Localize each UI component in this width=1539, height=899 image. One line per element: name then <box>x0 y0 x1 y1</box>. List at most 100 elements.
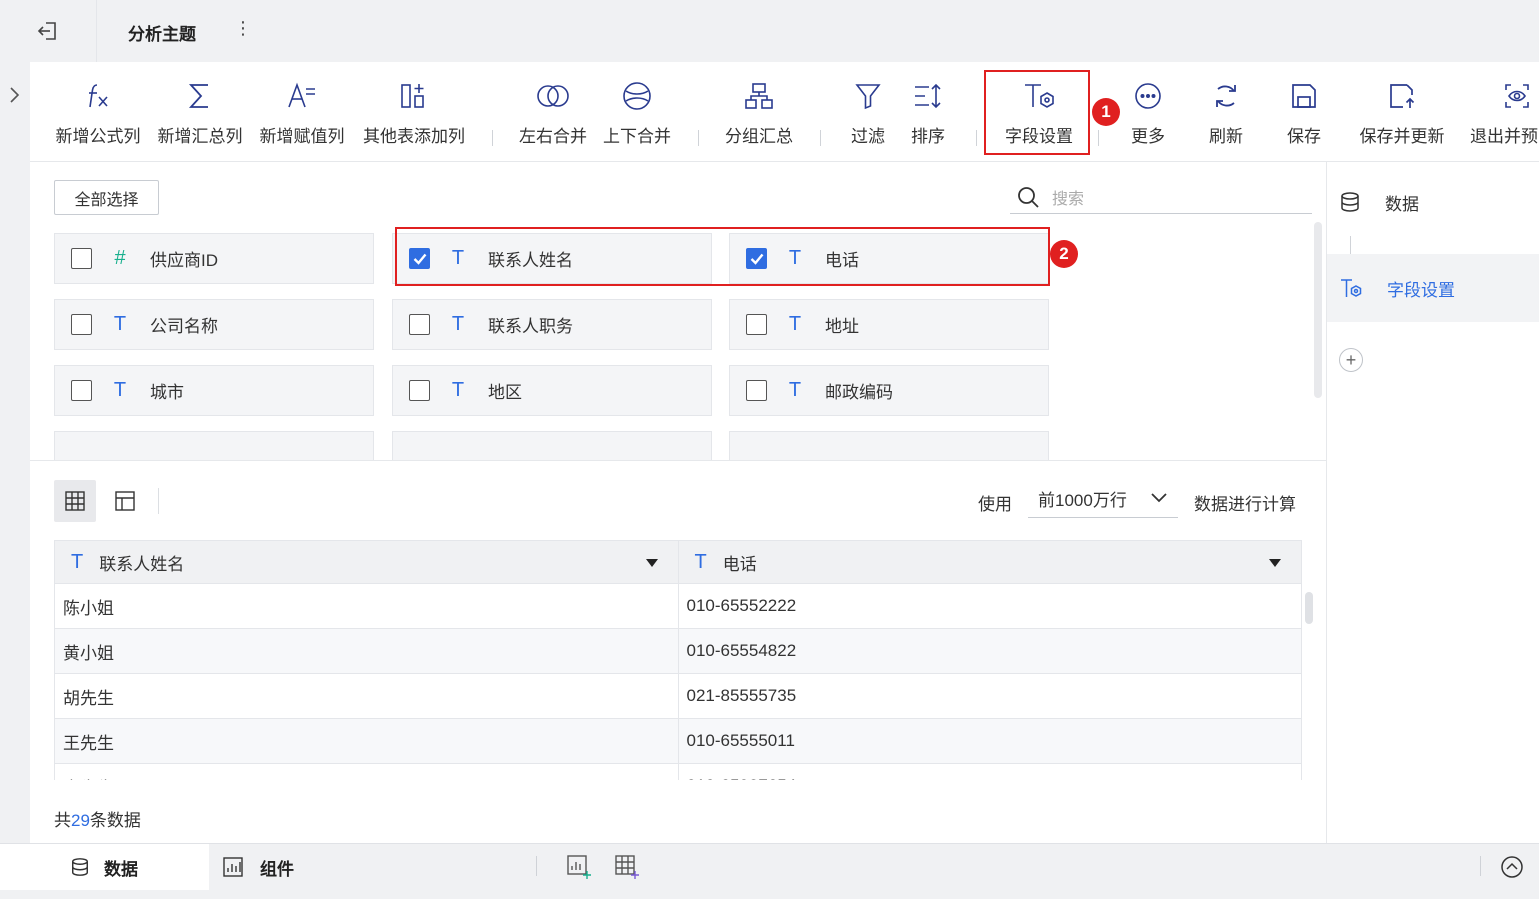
column-header-contact-name[interactable]: T 联系人姓名 <box>55 541 679 583</box>
filter-funnel-icon <box>855 84 881 110</box>
sort-label: 排序 <box>911 127 945 146</box>
field-card-postal-code[interactable]: T 邮政编码 <box>729 365 1049 416</box>
text-type-icon: T <box>451 313 465 335</box>
up-down-merge-label: 上下合并 <box>603 127 671 146</box>
step-data[interactable]: 数据 <box>1327 168 1539 236</box>
bottom-divider <box>536 856 537 876</box>
field-checkbox[interactable] <box>746 380 767 401</box>
left-right-merge-button[interactable]: 左右合并 <box>514 62 592 162</box>
exit-and-preview-label: 退出并预 <box>1470 127 1538 146</box>
selected-fields-highlight <box>395 227 1050 286</box>
field-name: 地区 <box>488 383 522 402</box>
field-checkbox[interactable] <box>71 248 92 269</box>
table-row: 陈小姐 010-65552222 <box>55 584 1301 629</box>
column-dropdown-icon[interactable] <box>1269 559 1281 567</box>
field-search-input[interactable]: 搜索 <box>1010 180 1312 214</box>
field-checkbox[interactable] <box>409 314 430 335</box>
chevron-down-icon <box>1151 493 1167 503</box>
field-selection-panel: 全部选择 搜索 # 供应商ID T 联系人姓名 T 电话 T 公司名称 T 联系… <box>30 162 1326 461</box>
refresh-button[interactable]: 刷新 <box>1196 62 1256 162</box>
text-type-icon: T <box>694 550 707 573</box>
add-table-icon <box>615 855 639 879</box>
left-rail <box>0 62 30 843</box>
assign-value-icon <box>288 82 315 108</box>
add-step-button[interactable]: + <box>1339 348 1363 372</box>
step-badge-2: 2 <box>1050 240 1078 268</box>
text-type-icon: T <box>788 379 802 401</box>
step-data-label: 数据 <box>1385 194 1419 214</box>
field-card-city[interactable]: T 城市 <box>54 365 374 416</box>
toolbar-divider <box>976 130 977 146</box>
add-table-button[interactable] <box>614 854 640 880</box>
refresh-icon <box>1216 85 1236 107</box>
field-settings-highlight <box>984 70 1090 155</box>
field-checkbox[interactable] <box>409 380 430 401</box>
field-card-region[interactable]: T 地区 <box>392 365 712 416</box>
field-name: 地址 <box>825 317 859 336</box>
filter-button[interactable]: 过滤 <box>840 62 896 162</box>
tab-data[interactable]: 数据 <box>0 844 209 890</box>
table-cell: 王先生 <box>55 719 679 763</box>
search-icon <box>1018 186 1039 208</box>
add-assign-column-button[interactable]: 新增赋值列 <box>256 62 348 162</box>
step-field-settings[interactable]: 字段设置 <box>1327 254 1539 322</box>
tab-components[interactable]: 组件 <box>222 844 342 890</box>
toolbar-divider <box>1098 130 1099 146</box>
exit-button[interactable] <box>0 0 97 62</box>
tab-components-label: 组件 <box>260 859 294 879</box>
select-all-button[interactable]: 全部选择 <box>54 180 159 215</box>
table-scrollbar[interactable] <box>1305 592 1313 624</box>
save-button[interactable]: 保存 <box>1274 62 1334 162</box>
table-cell: 010-65552222 <box>686 596 797 615</box>
collapse-bottom-button[interactable] <box>1500 855 1524 879</box>
save-and-update-button[interactable]: 保存并更新 <box>1352 62 1452 162</box>
field-card-company-name[interactable]: T 公司名称 <box>54 299 374 350</box>
data-preview-table: T 联系人姓名 T 电话 陈小姐 010-65552222 黄小姐 010-6555… <box>54 540 1302 780</box>
bottom-bar: 数据 组件 <box>0 843 1539 899</box>
use-label: 使用 <box>978 495 1012 514</box>
add-formula-column-button[interactable]: 新增公式列 <box>52 62 144 162</box>
group-summary-button[interactable]: 分组汇总 <box>720 62 798 162</box>
preview-eye-icon <box>1505 84 1529 108</box>
add-summary-column-button[interactable]: 新增汇总列 <box>154 62 246 162</box>
field-card-address[interactable]: T 地址 <box>729 299 1049 350</box>
column-name: 联系人姓名 <box>99 554 185 574</box>
field-settings-icon <box>1341 279 1362 297</box>
field-card-supplier-id[interactable]: # 供应商ID <box>54 233 374 284</box>
tab-menu-icon[interactable]: ⋮ <box>234 18 252 39</box>
step-badge-1: 1 <box>1092 98 1120 126</box>
formula-fx-icon <box>89 84 108 108</box>
column-dropdown-icon[interactable] <box>645 559 658 567</box>
add-other-table-column-button[interactable]: 其他表添加列 <box>358 62 470 162</box>
database-icon <box>1341 192 1359 212</box>
field-checkbox[interactable] <box>71 314 92 335</box>
add-chart-button[interactable] <box>566 854 592 880</box>
field-panel-scrollbar[interactable] <box>1314 222 1322 398</box>
filter-label: 过滤 <box>851 127 885 146</box>
field-checkbox[interactable] <box>71 380 92 401</box>
expand-panel-button[interactable] <box>6 84 22 106</box>
field-card-contact-title[interactable]: T 联系人职务 <box>392 299 712 350</box>
toolbar-divider <box>820 130 821 146</box>
up-down-merge-button[interactable]: 上下合并 <box>598 62 676 162</box>
layout-icon <box>115 491 135 511</box>
field-card-partial <box>392 431 712 460</box>
toolbar-divider <box>492 130 493 146</box>
column-header-phone[interactable]: T 电话 <box>679 541 1302 583</box>
add-assign-column-label: 新增赋值列 <box>259 127 345 146</box>
table-cell: 010-65555011 <box>686 731 795 750</box>
layout-view-button[interactable] <box>104 480 146 522</box>
table-row: 胡先生 021-85555735 <box>55 674 1301 719</box>
more-button[interactable]: 更多 <box>1118 62 1178 162</box>
field-checkbox[interactable] <box>746 314 767 335</box>
row-limit-select[interactable]: 前1000万行 <box>1028 480 1178 518</box>
field-card-partial <box>54 431 374 460</box>
exit-and-preview-button[interactable]: 退出并预 <box>1470 62 1539 162</box>
table-grid-icon <box>65 491 85 511</box>
table-row: 王先生 010-65555011 <box>55 719 1301 764</box>
more-label: 更多 <box>1131 127 1165 146</box>
database-icon <box>72 858 88 876</box>
grid-view-button[interactable] <box>54 480 96 522</box>
up-down-merge-icon <box>623 82 651 110</box>
sort-button[interactable]: 排序 <box>900 62 956 162</box>
